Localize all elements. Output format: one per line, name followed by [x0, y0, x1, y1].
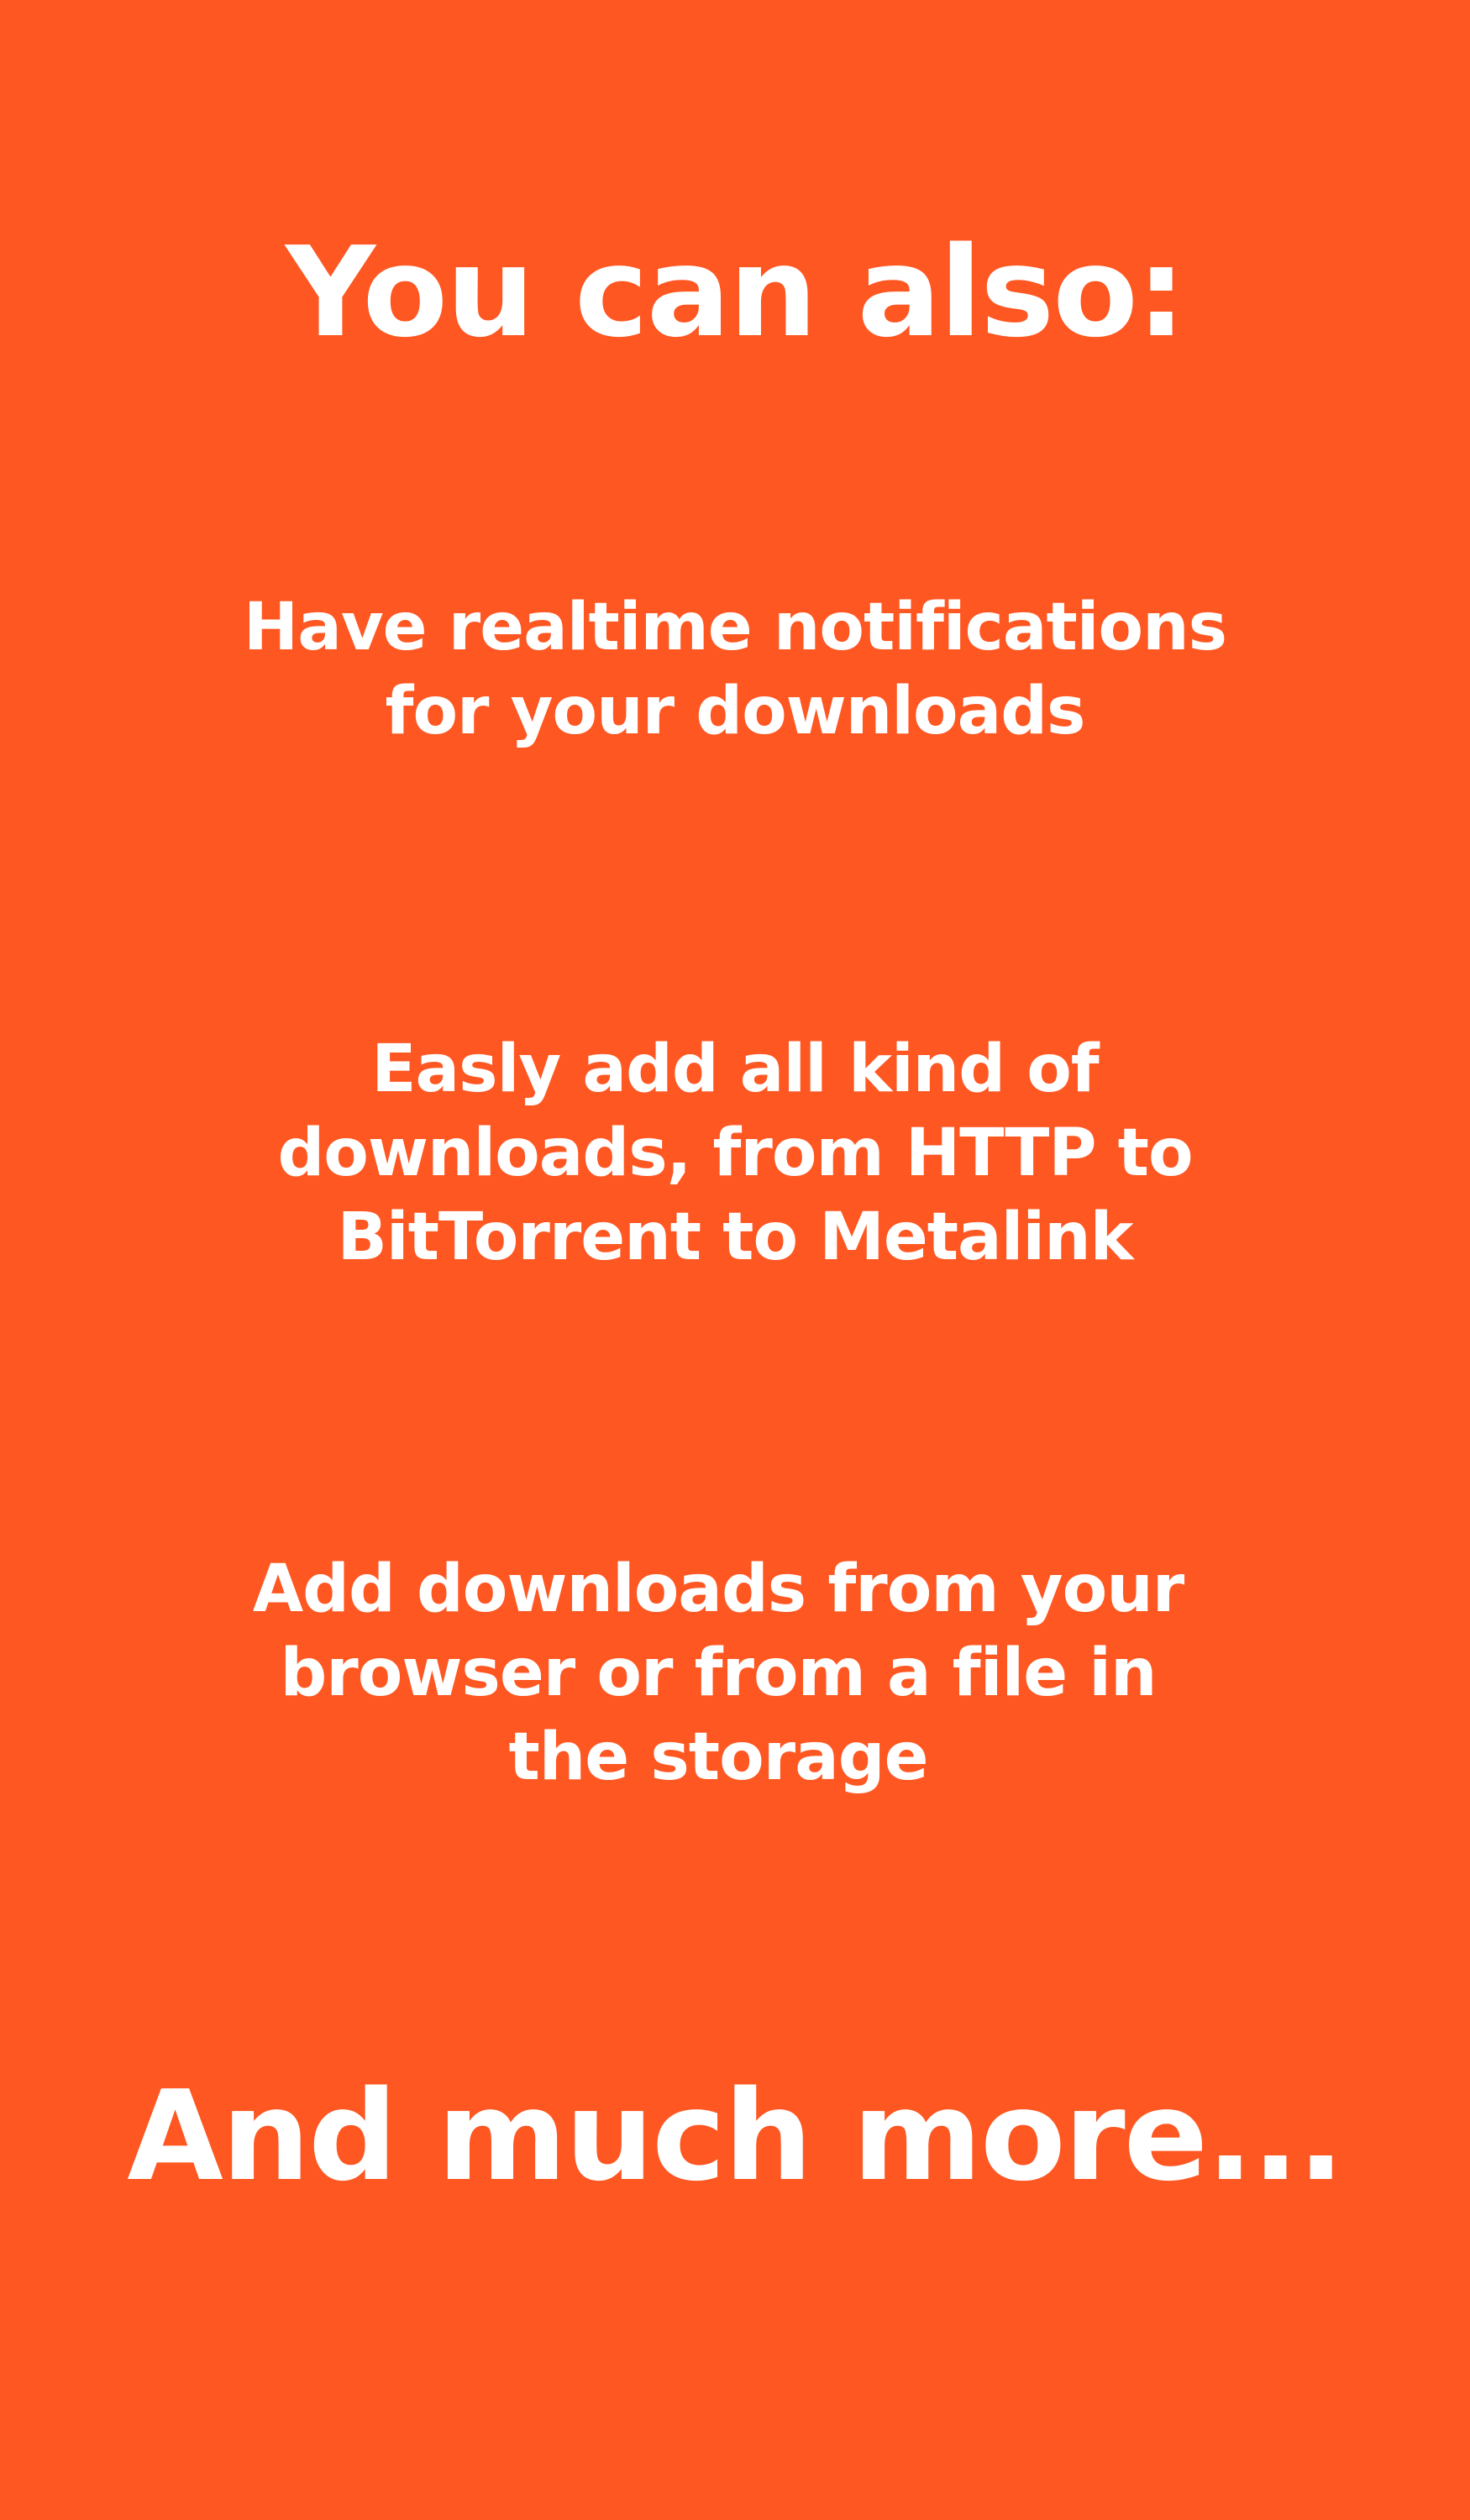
feature-line: Add downloads from your	[252, 1551, 1184, 1627]
feature-notifications: Have realtime notifications for your dow…	[0, 585, 1470, 753]
feature-line: downloads, from HTTP to	[277, 1116, 1193, 1191]
feature-line: Easly add all kind of	[371, 1032, 1099, 1107]
feature-download-types: Easly add all kind of downloads, from HT…	[0, 1027, 1470, 1279]
feature-line: the storage	[508, 1719, 928, 1795]
page-title: You can also:	[285, 220, 1186, 365]
feature-line: Have realtime notifications	[243, 590, 1227, 665]
feature-line: browser or from a file in	[280, 1635, 1157, 1711]
feature-line: for your downloads	[385, 674, 1086, 749]
feature-line: BitTorrent to Metalink	[337, 1200, 1133, 1275]
footer-text: And much more...	[127, 2064, 1345, 2208]
onboarding-screen: You can also: Have realtime notification…	[0, 0, 1470, 2520]
feature-add-from-browser: Add downloads from your browser or from …	[0, 1547, 1453, 1799]
